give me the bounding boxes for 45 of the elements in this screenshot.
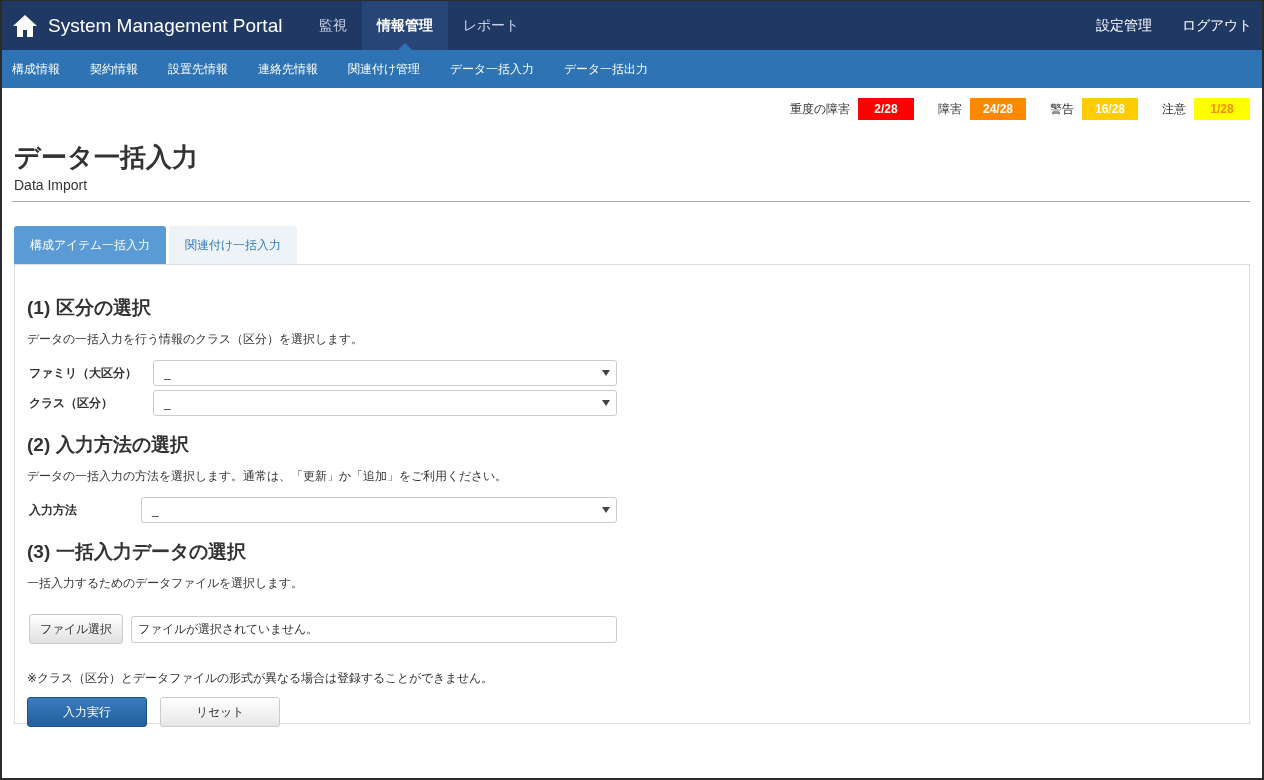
- subnav-link[interactable]: 関連付け管理: [348, 60, 420, 78]
- select-field[interactable]: _: [153, 390, 617, 416]
- status-count-badge: 24/28: [970, 98, 1026, 120]
- submit-button[interactable]: 入力実行: [27, 697, 147, 727]
- dropdown-caret-icon: [602, 400, 610, 406]
- status-label: 障害: [938, 100, 962, 118]
- subnav-link[interactable]: データ一括入力: [450, 60, 534, 78]
- field-label: ファミリ（大区分）: [29, 364, 138, 382]
- file-name-field: ファイルが選択されていません。: [131, 615, 617, 643]
- select-field[interactable]: _: [141, 497, 617, 523]
- subnav-link[interactable]: データ一括出力: [564, 60, 648, 78]
- status-label: 重度の障害: [790, 100, 850, 118]
- page-subtitle: Data Import: [14, 177, 88, 193]
- subnav-link[interactable]: 連絡先情報: [258, 60, 318, 78]
- section-description: データの一括入力の方法を選択します。通常は、「更新」か「追加」をご利用ください。: [27, 468, 508, 485]
- nav-link[interactable]: 監視: [304, 1, 363, 50]
- field-label: クラス（区分）: [29, 394, 114, 412]
- dropdown-caret-icon: [602, 370, 610, 376]
- status-count-badge: 16/28: [1082, 98, 1138, 120]
- status-count-badge: 2/28: [858, 98, 914, 120]
- section-description: データの一括入力を行う情報のクラス（区分）を選択します。: [27, 331, 364, 348]
- field-label: 入力方法: [29, 501, 78, 519]
- nav-link[interactable]: 情報管理: [362, 1, 449, 50]
- home-icon[interactable]: [12, 13, 38, 38]
- dropdown-caret-icon: [602, 507, 610, 513]
- section-heading: (2) 入力方法の選択: [27, 433, 190, 457]
- tab[interactable]: 関連付け一括入力: [169, 226, 297, 264]
- page-title: データ一括入力: [14, 141, 199, 174]
- section-heading: (3) 一括入力データの選択: [27, 540, 247, 564]
- header-link[interactable]: ログアウト: [1152, 16, 1252, 35]
- reset-button[interactable]: リセット: [160, 697, 280, 727]
- status-label: 注意: [1162, 100, 1186, 118]
- section-heading: (1) 区分の選択: [27, 296, 152, 320]
- brand-title: System Management Portal: [48, 14, 283, 37]
- status-label: 警告: [1050, 100, 1074, 118]
- status-count-badge: 1/28: [1194, 98, 1250, 120]
- subnav-link[interactable]: 設置先情報: [168, 60, 228, 78]
- section-description: 一括入力するためのデータファイルを選択します。: [27, 575, 304, 592]
- nav-link[interactable]: レポート: [448, 1, 535, 50]
- file-select-button[interactable]: ファイル選択: [29, 614, 123, 644]
- note-text: ※クラス（区分）とデータファイルの形式が異なる場合は登録することができません。: [27, 670, 495, 687]
- subnav-link[interactable]: 契約情報: [90, 60, 138, 78]
- subnav-link[interactable]: 構成情報: [12, 60, 60, 78]
- header-link[interactable]: 設定管理: [1066, 16, 1152, 35]
- select-field[interactable]: _: [153, 360, 617, 386]
